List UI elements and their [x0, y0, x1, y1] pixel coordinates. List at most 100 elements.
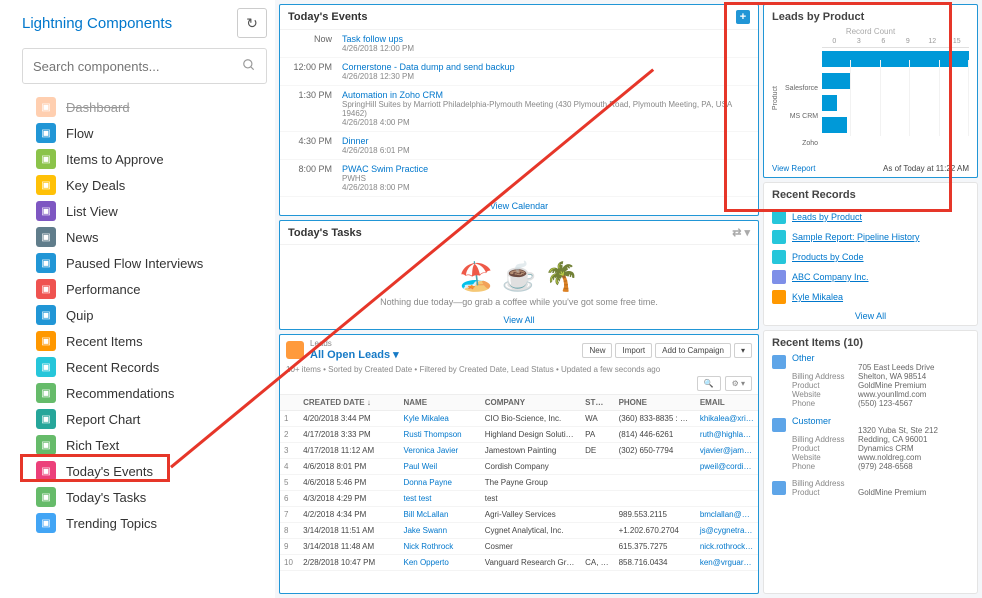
leads-col[interactable]: CREATED DATE ↓ [299, 395, 399, 411]
search-components-input-wrap[interactable] [22, 48, 267, 84]
sidebar-item-performance[interactable]: ▣Performance [22, 276, 267, 302]
sidebar-title: Lightning Components [22, 15, 172, 32]
chart-subtitle: Record Count [772, 27, 969, 36]
tasks-empty-text: Nothing due today—go grab a coffee while… [290, 297, 748, 307]
recent-item-block[interactable]: Billing AddressProductGoldMine Premium [764, 477, 977, 503]
tasks-view-all-link[interactable]: View All [280, 311, 758, 329]
sidebar-item-trending-topics[interactable]: ▣Trending Topics [22, 510, 267, 536]
component-icon: ▣ [36, 487, 56, 507]
refresh-button[interactable]: ↻ [237, 8, 267, 38]
recent-record-item[interactable]: Leads by Product [764, 207, 977, 227]
sidebar-item-news[interactable]: ▣News [22, 224, 267, 250]
table-row[interactable]: 83/14/2018 11:51 AMJake SwannCygnet Anal… [280, 523, 758, 539]
component-icon: ▣ [36, 253, 56, 273]
leads-col[interactable]: PHONE [615, 395, 696, 411]
tasks-header: Today's Tasks ⇄ ▾ [280, 221, 758, 245]
record-icon [772, 290, 786, 304]
recent-item-block[interactable]: Other705 East Leeds DriveBilling Address… [764, 351, 977, 414]
recent-record-item[interactable]: Products by Code [764, 247, 977, 267]
tasks-empty-illustration: 🏖️ ☕ 🌴 [290, 255, 748, 297]
recent-record-item[interactable]: ABC Company Inc. [764, 267, 977, 287]
component-icon: ▣ [36, 435, 56, 455]
leads-col[interactable]: NAME [399, 395, 480, 411]
search-components-input[interactable] [33, 59, 242, 74]
table-row[interactable]: 74/2/2018 4:34 PMBill McLallanAgri-Valle… [280, 507, 758, 523]
view-calendar-link[interactable]: View Calendar [280, 197, 758, 215]
component-icon: ▣ [36, 279, 56, 299]
leads-import-button[interactable]: Import [615, 343, 652, 358]
sidebar-item-key-deals[interactable]: ▣Key Deals [22, 172, 267, 198]
event-row[interactable]: 4:30 PMDinner4/26/2018 6:01 PM [280, 132, 758, 160]
refresh-icon: ↻ [246, 15, 258, 32]
record-icon [772, 270, 786, 284]
leads-subtext: 10+ items • Sorted by Created Date • Fil… [280, 365, 758, 376]
leads-col[interactable]: EMAIL [696, 395, 758, 411]
component-icon: ▣ [36, 331, 56, 351]
table-row[interactable]: 93/14/2018 11:48 AMNick RothrockCosmer61… [280, 539, 758, 555]
sidebar-item-recent-records[interactable]: ▣Recent Records [22, 354, 267, 380]
recent-record-item[interactable]: Kyle Mikalea [764, 287, 977, 307]
component-icon: ▣ [36, 201, 56, 221]
sidebar-item-quip[interactable]: ▣Quip [22, 302, 267, 328]
table-row[interactable]: 44/6/2018 8:01 PMPaul WeilCordish Compan… [280, 459, 758, 475]
item-icon [772, 355, 786, 369]
event-row[interactable]: 12:00 PMCornerstone - Data dump and send… [280, 58, 758, 86]
recent-records-view-all[interactable]: View All [764, 307, 977, 325]
component-icon: ▣ [36, 149, 56, 169]
leads-title[interactable]: All Open Leads ▾ [310, 348, 399, 361]
table-row[interactable]: 24/17/2018 3:33 PMRusti ThompsonHighland… [280, 427, 758, 443]
recent-items-title: Recent Items (10) [764, 331, 977, 351]
leads-new-button[interactable]: New [582, 343, 612, 358]
record-icon [772, 250, 786, 264]
chart-title: Leads by Product [772, 11, 969, 23]
event-row[interactable]: 1:30 PMAutomation in Zoho CRMSpringHill … [280, 86, 758, 132]
component-icon: ▣ [36, 123, 56, 143]
record-icon [772, 230, 786, 244]
leads-search-icon[interactable]: 🔍 [697, 376, 721, 391]
table-row[interactable]: 14/20/2018 3:44 PMKyle MikaleaCIO Bio-Sc… [280, 411, 758, 427]
table-row[interactable]: 34/17/2018 11:12 AMVeronica JavierJamest… [280, 443, 758, 459]
event-row[interactable]: NowTask follow ups4/26/2018 12:00 PM [280, 30, 758, 58]
leads-kicker: Leads [310, 339, 399, 348]
item-icon [772, 418, 786, 432]
view-report-link[interactable]: View Report [772, 164, 815, 173]
table-row[interactable]: 102/28/2018 10:47 PMKen OppertoVanguard … [280, 555, 758, 571]
recent-records-title: Recent Records [764, 183, 977, 207]
table-row[interactable]: 54/6/2018 5:46 PMDonna PayneThe Payne Gr… [280, 475, 758, 491]
sidebar-item-today-s-tasks[interactable]: ▣Today's Tasks [22, 484, 267, 510]
sidebar-item-recommendations[interactable]: ▣Recommendations [22, 380, 267, 406]
component-icon: ▣ [36, 175, 56, 195]
component-icon: ▣ [36, 227, 56, 247]
leads-settings-icon[interactable]: ⚙ ▾ [725, 376, 752, 391]
component-icon: ▣ [36, 383, 56, 403]
component-icon: ▣ [36, 97, 56, 117]
leads-col[interactable] [280, 395, 299, 411]
component-icon: ▣ [36, 513, 56, 533]
leads-col[interactable]: COMPANY [481, 395, 581, 411]
sidebar-item-dashboard[interactable]: ▣Dashboard [22, 94, 267, 120]
recent-item-block[interactable]: Customer1320 Yuba St, Ste 212Billing Add… [764, 414, 977, 477]
sidebar-item-items-to-approve[interactable]: ▣Items to Approve [22, 146, 267, 172]
tasks-menu-icon[interactable]: ⇄ ▾ [732, 226, 750, 239]
leads-icon [286, 341, 304, 359]
leads-add-campaign-button[interactable]: Add to Campaign [655, 343, 731, 358]
chart-timestamp: As of Today at 11:22 AM [883, 164, 969, 173]
search-icon [242, 58, 256, 75]
record-icon [772, 210, 786, 224]
sidebar-item-list-view[interactable]: ▣List View [22, 198, 267, 224]
sidebar-item-recent-items[interactable]: ▣Recent Items [22, 328, 267, 354]
sidebar-item-today-s-events[interactable]: ▣Today's Events [22, 458, 267, 484]
sidebar-item-flow[interactable]: ▣Flow [22, 120, 267, 146]
component-icon: ▣ [36, 409, 56, 429]
component-icon: ▣ [36, 461, 56, 481]
sidebar-item-paused-flow-interviews[interactable]: ▣Paused Flow Interviews [22, 250, 267, 276]
leads-col[interactable]: ST… [581, 395, 614, 411]
event-row[interactable]: 8:00 PMPWAC Swim PracticePWHS4/26/2018 8… [280, 160, 758, 197]
leads-more-button[interactable]: ▾ [734, 343, 752, 358]
sidebar-item-report-chart[interactable]: ▣Report Chart [22, 406, 267, 432]
component-icon: ▣ [36, 357, 56, 377]
add-event-button[interactable]: + [736, 10, 750, 24]
sidebar-item-rich-text[interactable]: ▣Rich Text [22, 432, 267, 458]
table-row[interactable]: 64/3/2018 4:29 PMtest testtest [280, 491, 758, 507]
recent-record-item[interactable]: Sample Report: Pipeline History [764, 227, 977, 247]
